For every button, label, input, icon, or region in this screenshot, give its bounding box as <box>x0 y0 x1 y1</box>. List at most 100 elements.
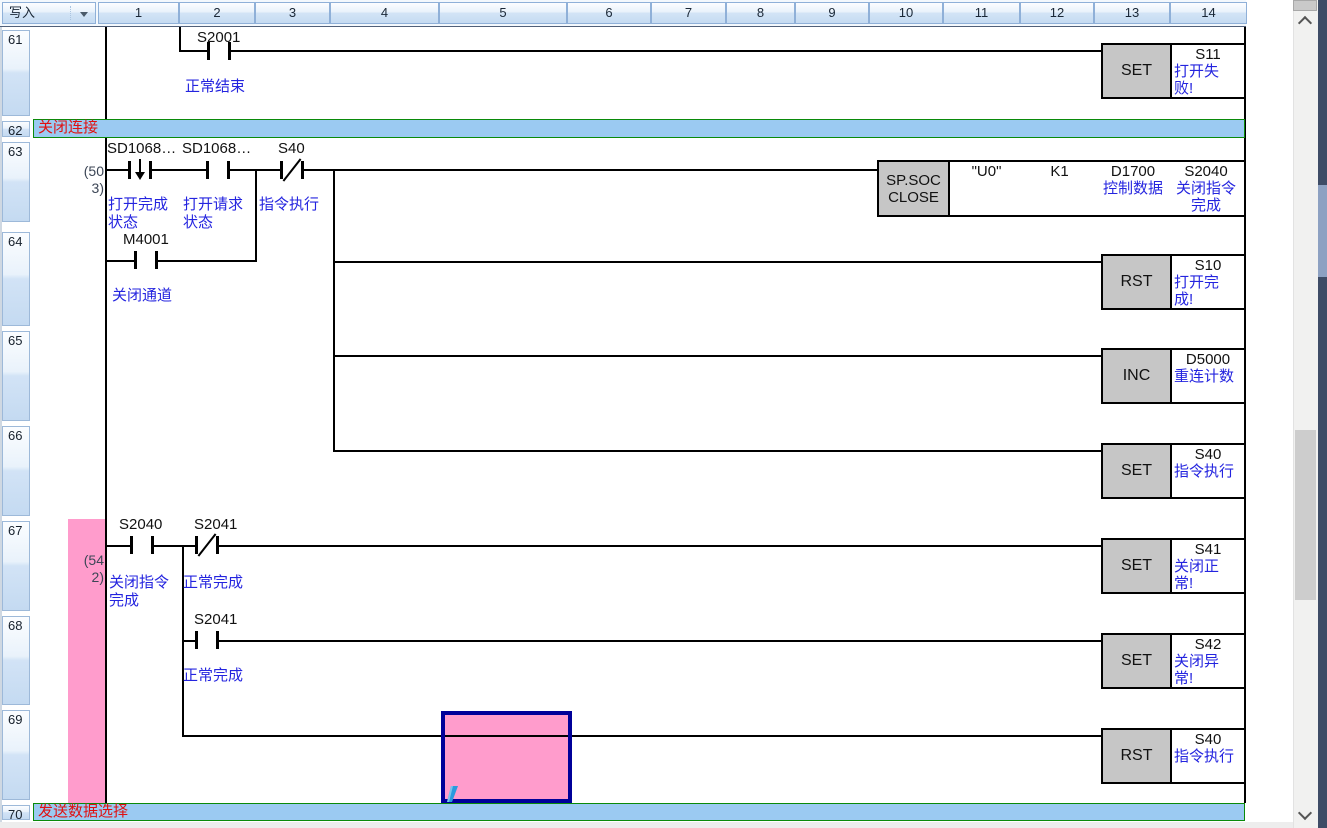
row-header-66[interactable]: 66 <box>2 426 30 516</box>
column-header-9: 9 <box>795 2 869 24</box>
coil-device: S11 <box>1174 46 1242 63</box>
wire <box>182 640 1103 642</box>
falling-edge-arrow-icon <box>134 159 146 181</box>
wire <box>255 169 257 262</box>
instruction-name: SP.SOC CLOSE <box>879 162 950 215</box>
contact-no-s2001[interactable] <box>207 42 231 60</box>
column-header-5: 5 <box>439 2 567 24</box>
coil-comment: 成! <box>1174 291 1242 308</box>
chevron-down-icon[interactable] <box>80 12 88 17</box>
column-header-7: 7 <box>651 2 726 24</box>
mode-label: 写入 <box>9 5 35 20</box>
contact-bar <box>216 536 219 554</box>
contact-bar <box>195 536 198 554</box>
contact-falling-edge-sd1068[interactable] <box>128 161 152 179</box>
coil-comment: 常! <box>1174 575 1242 592</box>
step-number-542: (54 2) <box>58 552 104 586</box>
column-header-12: 12 <box>1020 2 1094 24</box>
device-label: S2040 <box>119 517 162 533</box>
contact-no-sd1068[interactable] <box>206 161 230 179</box>
row-header-70[interactable]: 70 <box>2 805 30 820</box>
contact-bar <box>216 631 219 649</box>
comment-line: 打开请求 <box>183 196 243 214</box>
column-header-11: 11 <box>943 2 1020 24</box>
column-header-4: 4 <box>330 2 439 24</box>
device-comment: 正常完成 <box>183 667 243 685</box>
operand-name: K1 <box>1023 163 1096 180</box>
coil-op: RST <box>1103 730 1172 782</box>
coil-rst-s40[interactable]: RST S40 指令执行 <box>1101 728 1246 784</box>
outer-scrollbar-thumb[interactable] <box>1318 185 1327 277</box>
device-comment: 打开请求状态 <box>183 196 243 232</box>
device-comment: 打开完成状态 <box>108 196 168 232</box>
column-header-3: 3 <box>255 2 330 24</box>
comment-line: 状态 <box>183 214 243 232</box>
comment-line: 完成 <box>109 592 169 610</box>
wire <box>179 27 181 52</box>
coil-comment: 败! <box>1174 80 1242 97</box>
wire <box>333 261 1103 263</box>
contact-nc-s2041[interactable] <box>195 536 219 554</box>
scrollbar-split-box[interactable] <box>1293 0 1317 11</box>
coil-device: S40 <box>1174 731 1242 748</box>
device-comment: 正常结束 <box>185 78 245 96</box>
coil-inc-d5000[interactable]: INC D5000 重连计数 <box>1101 348 1246 404</box>
device-label: M4001 <box>123 232 169 248</box>
device-label: S40 <box>278 141 305 157</box>
window-bottom-border <box>0 822 1293 828</box>
coil-op: SET <box>1103 445 1172 497</box>
insert-mark-icon <box>446 786 459 802</box>
statement-close-connection[interactable]: 关闭连接 <box>33 119 1245 138</box>
operand-comment: 控制数据 <box>1096 180 1170 197</box>
contact-no-s2041[interactable] <box>195 631 219 649</box>
wire <box>106 260 257 262</box>
operand-d1700: D1700 控制数据 <box>1096 162 1170 215</box>
coil-comment: 常! <box>1174 670 1242 687</box>
coil-device: S10 <box>1174 257 1242 274</box>
vertical-scrollbar-thumb[interactable] <box>1295 430 1316 600</box>
contact-bar <box>149 161 152 179</box>
coil-comment: 关闭正 <box>1174 558 1242 575</box>
coil-rst-s10[interactable]: RST S10 打开完 成! <box>1101 254 1246 310</box>
mode-selector-combo[interactable]: 写入 <box>2 2 96 24</box>
contact-bar <box>134 251 137 269</box>
contact-bar <box>195 631 198 649</box>
operand-name: S2040 <box>1170 163 1242 180</box>
nc-slash <box>283 158 302 181</box>
row-header-65[interactable]: 65 <box>2 331 30 421</box>
coil-set-s41[interactable]: SET S41 关闭正 常! <box>1101 538 1246 594</box>
contact-no-m4001[interactable] <box>134 251 158 269</box>
coil-set-s42[interactable]: SET S42 关闭异 常! <box>1101 633 1246 689</box>
contact-bar <box>128 161 131 179</box>
row-header-61[interactable]: 61 <box>2 30 30 116</box>
device-label: S2041 <box>194 612 237 628</box>
contact-bar <box>151 536 154 554</box>
operand-name: D1700 <box>1096 163 1170 180</box>
window-right-edge <box>1318 0 1327 828</box>
row-header-63[interactable]: 63 <box>2 142 30 222</box>
coil-set-s40[interactable]: SET S40 指令执行 <box>1101 443 1246 499</box>
contact-no-s2040[interactable] <box>130 536 154 554</box>
row-header-69[interactable]: 69 <box>2 710 30 800</box>
device-label: SD1068… <box>107 141 176 157</box>
coil-set-s11[interactable]: SET S11 打开失 败! <box>1101 43 1246 99</box>
contact-nc-s40[interactable] <box>280 161 304 179</box>
wire <box>182 735 1103 737</box>
contact-bar <box>280 161 283 179</box>
row-header-62[interactable]: 62 <box>2 121 30 137</box>
wire <box>333 450 1103 452</box>
statement-send-data-select[interactable]: 发送数据选择 <box>33 803 1245 821</box>
operand-name: "U0" <box>950 163 1023 180</box>
instruction-block-sp-socclose[interactable]: SP.SOC CLOSE "U0" K1 D1700 控制数据 S2040 关闭… <box>877 160 1246 217</box>
column-header-8: 8 <box>726 2 795 24</box>
selection-cursor[interactable] <box>441 711 572 803</box>
contact-bar <box>227 161 230 179</box>
column-header-13: 13 <box>1094 2 1170 24</box>
row-header-64[interactable]: 64 <box>2 232 30 326</box>
row-header-68[interactable]: 68 <box>2 616 30 705</box>
comment-line: 关闭指令 <box>109 574 169 592</box>
vertical-scrollbar-track[interactable] <box>1293 0 1318 828</box>
comment-line: 打开完成 <box>108 196 168 214</box>
row-header-67[interactable]: 67 <box>2 521 30 611</box>
coil-op: SET <box>1103 635 1172 687</box>
